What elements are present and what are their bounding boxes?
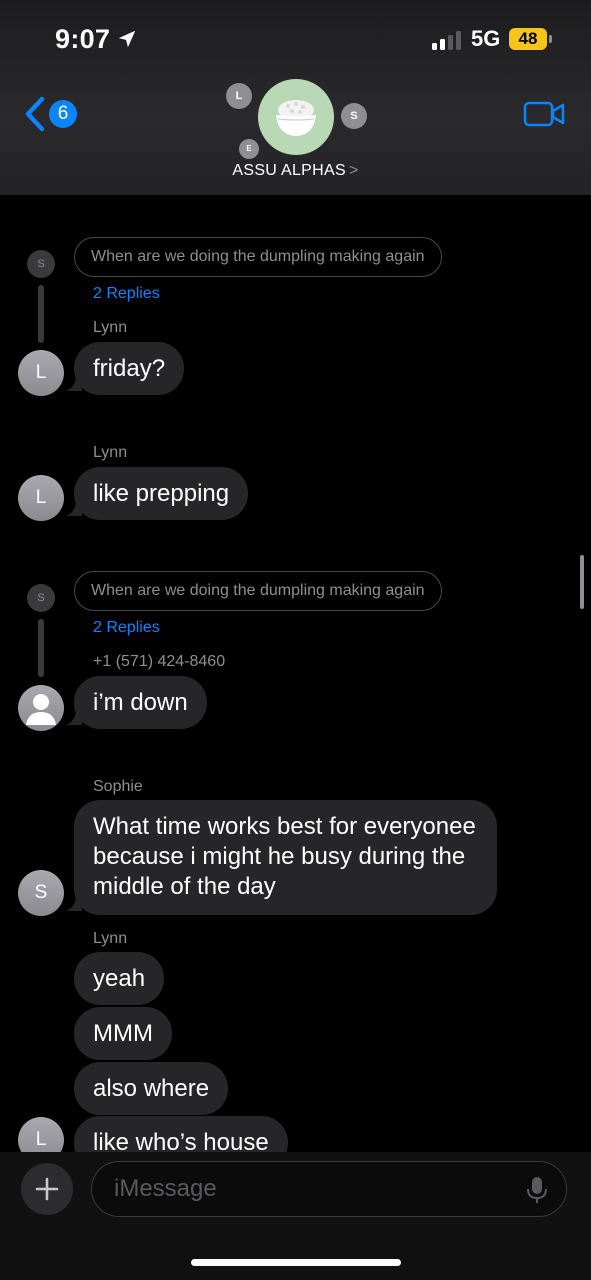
- home-indicator[interactable]: [191, 1259, 401, 1266]
- thread-quote[interactable]: When are we doing the dumpling making ag…: [74, 571, 442, 611]
- message-bubble[interactable]: like who’s house: [74, 1116, 288, 1155]
- group-name-label: ASSU ALPHAS: [232, 162, 346, 179]
- battery-level: 48: [509, 28, 547, 50]
- rice-bowl-icon: [276, 100, 316, 136]
- message-bubble[interactable]: friday?: [74, 342, 185, 395]
- sender-name: Lynn: [93, 319, 128, 336]
- group-name[interactable]: ASSU ALPHAS >: [0, 162, 591, 180]
- cellular-signal-icon: [432, 31, 461, 50]
- sender-name: Lynn: [93, 930, 128, 947]
- avatar[interactable]: L: [18, 475, 64, 521]
- replies-link[interactable]: 2 Replies: [93, 285, 160, 303]
- member-avatar-e: E: [239, 139, 259, 159]
- member-avatar-s: S: [341, 103, 367, 129]
- thread-line: [38, 619, 44, 677]
- message-list[interactable]: S When are we doing the dumpling making …: [0, 195, 591, 1155]
- avatar[interactable]: S: [18, 870, 64, 916]
- replies-link[interactable]: 2 Replies: [93, 619, 160, 637]
- avatar[interactable]: L: [18, 1117, 64, 1155]
- avatar[interactable]: [18, 685, 64, 731]
- sender-name: +1 (571) 424-8460: [93, 653, 226, 670]
- network-type: 5G: [471, 26, 501, 51]
- member-avatar-l: L: [226, 83, 252, 109]
- sender-name: Lynn: [93, 444, 128, 461]
- thread-quote[interactable]: When are we doing the dumpling making ag…: [74, 237, 442, 277]
- message-input[interactable]: iMessage: [91, 1161, 567, 1217]
- message-bubble[interactable]: MMM: [74, 1007, 172, 1060]
- message-bubble[interactable]: like prepping: [74, 467, 249, 520]
- sender-name: Sophie: [93, 778, 143, 795]
- thread-line: [38, 285, 44, 343]
- battery-icon: 48: [509, 28, 553, 52]
- apps-plus-button[interactable]: [21, 1163, 73, 1215]
- thread-avatar: S: [27, 250, 55, 278]
- thread-avatar: S: [27, 584, 55, 612]
- status-time: 9:07: [55, 24, 111, 54]
- battery-tip: [549, 35, 552, 43]
- chevron-left-icon: [25, 96, 45, 132]
- microphone-icon[interactable]: [526, 1176, 548, 1204]
- location-arrow-icon: [118, 30, 136, 48]
- plus-icon: [35, 1177, 59, 1201]
- unread-count-badge: 6: [49, 100, 77, 128]
- group-name-chevron: >: [348, 162, 359, 179]
- message-bubble[interactable]: What time works best for everyonee becau…: [74, 800, 497, 915]
- message-bubble[interactable]: also where: [74, 1062, 229, 1115]
- scrollbar[interactable]: [580, 555, 584, 609]
- avatar[interactable]: L: [18, 350, 64, 396]
- message-input-placeholder: iMessage: [114, 1175, 217, 1202]
- person-icon: [26, 694, 56, 725]
- message-bubble[interactable]: yeah: [74, 952, 165, 1005]
- video-call-icon[interactable]: [523, 100, 565, 128]
- compose-bar: iMessage: [0, 1152, 591, 1280]
- message-bubble[interactable]: i’m down: [74, 676, 207, 729]
- back-button[interactable]: 6: [22, 95, 78, 133]
- conversation-header: 9:07 5G 48 6 L S E ASSU ALPHAS >: [0, 0, 591, 195]
- group-avatar[interactable]: [258, 79, 334, 155]
